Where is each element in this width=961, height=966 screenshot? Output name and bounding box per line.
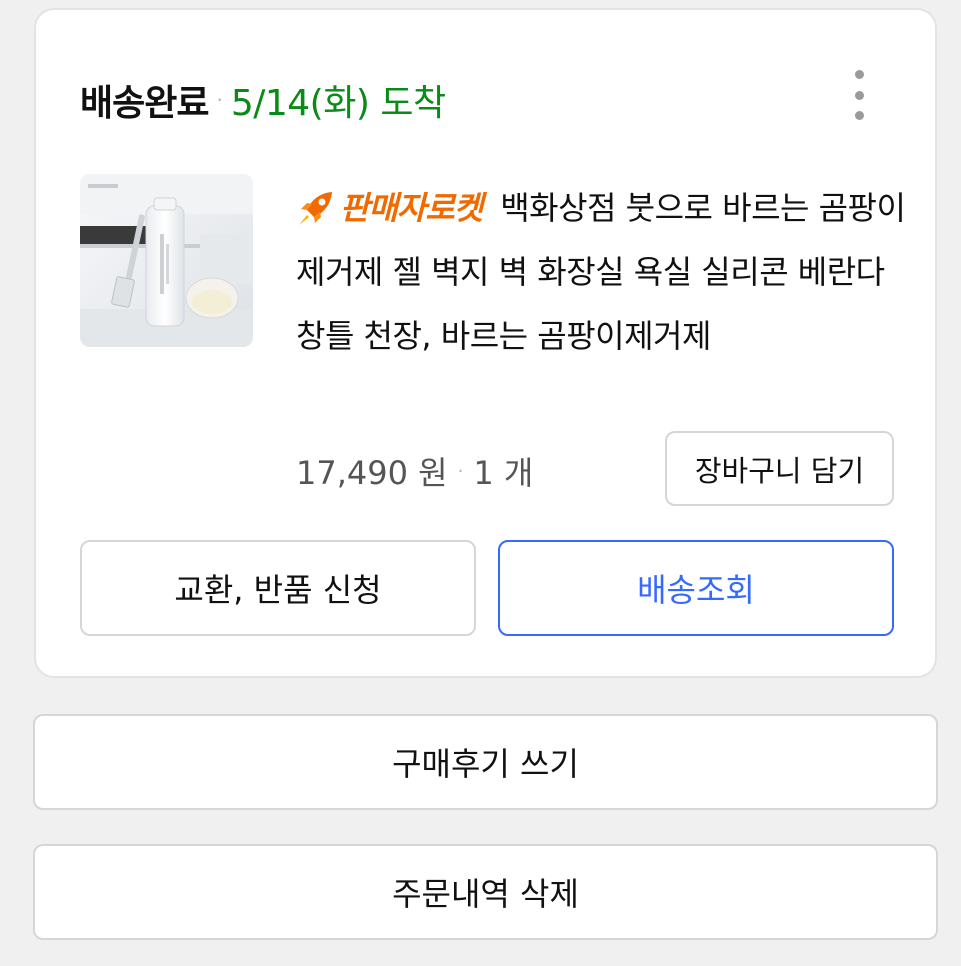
- product-thumbnail[interactable]: [80, 174, 253, 347]
- product-price: 17,490 원: [296, 454, 448, 492]
- track-delivery-button[interactable]: 배송조회: [498, 540, 894, 636]
- product-title[interactable]: 판매자로켓 백화상점 붓으로 바르는 곰팡이 제거제 젤 벽지 벽 화장실 욕실…: [296, 176, 906, 368]
- seller-rocket-badge: 판매자로켓: [296, 176, 483, 240]
- add-to-cart-button[interactable]: 장바구니 담기: [665, 431, 894, 506]
- delivery-status: 배송완료: [80, 83, 209, 124]
- write-review-button[interactable]: 구매후기 쓰기: [33, 714, 938, 810]
- more-options-button[interactable]: [844, 70, 874, 120]
- arrival-date: 5/14(화) 도착: [230, 83, 446, 124]
- order-card: 배송완료 · 5/14(화) 도착 판매자로켓 백화상점 붓으로 바르는 곰팡이…: [34, 8, 937, 678]
- delivery-status-row: 배송완료 · 5/14(화) 도착: [80, 72, 446, 128]
- seller-rocket-label: 판매자로켓: [340, 189, 483, 227]
- delete-order-button[interactable]: 주문내역 삭제: [33, 844, 938, 940]
- exchange-return-button[interactable]: 교환, 반품 신청: [80, 540, 476, 636]
- product-image: [80, 174, 253, 347]
- status-separator: ·: [216, 88, 223, 112]
- price-separator: ·: [457, 460, 464, 482]
- rocket-icon: [299, 192, 332, 225]
- price-row: 17,490 원 · 1 개: [296, 446, 533, 496]
- product-quantity: 1 개: [473, 454, 534, 492]
- kebab-dot: [854, 111, 864, 120]
- kebab-dot: [854, 70, 864, 79]
- kebab-dot: [854, 90, 864, 100]
